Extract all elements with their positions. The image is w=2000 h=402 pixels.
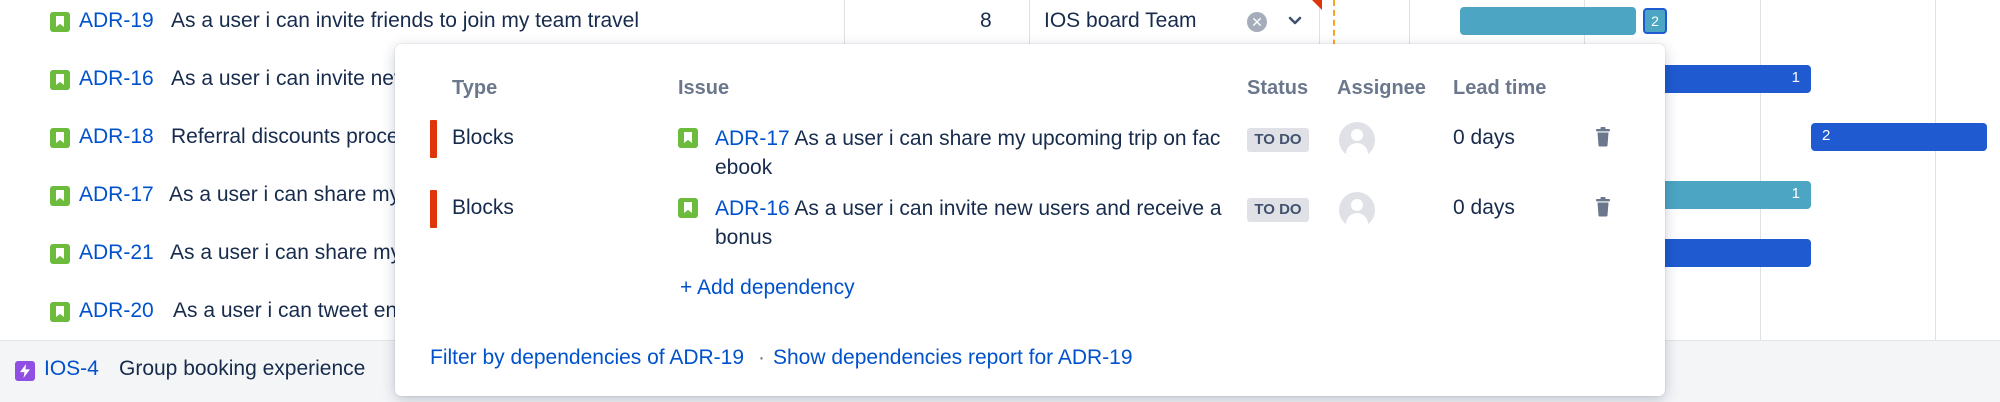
issue-key-link[interactable]: ADR-18: [79, 125, 154, 149]
story-icon: [50, 302, 70, 322]
timeline-bar[interactable]: [1460, 7, 1636, 35]
header-assignee: Assignee: [1337, 77, 1426, 99]
story-icon: [50, 12, 70, 32]
estimate-value[interactable]: 8: [980, 9, 992, 33]
filter-dependencies-link[interactable]: Filter by dependencies of ADR-19: [430, 346, 744, 370]
chevron-down-icon[interactable]: [1284, 10, 1306, 32]
avatar-placeholder-icon[interactable]: [1339, 122, 1375, 158]
dependency-key-link[interactable]: ADR-16: [715, 197, 790, 220]
story-icon: [50, 186, 70, 206]
story-icon: [678, 128, 698, 148]
story-icon: [50, 244, 70, 264]
issue-summary[interactable]: As a user i can share my: [169, 183, 400, 207]
epic-icon: [15, 361, 35, 381]
epic-key-link[interactable]: IOS-4: [44, 357, 99, 381]
status-lozenge: TO DO: [1247, 198, 1309, 222]
bar-dependency-count: 1: [1791, 185, 1800, 202]
issue-summary[interactable]: As a user i can share my: [170, 241, 401, 265]
lead-time-value: 0 days: [1453, 196, 1515, 219]
issue-key-link[interactable]: ADR-20: [79, 299, 154, 323]
dependencies-popup: Type Issue Status Assignee Lead time Blo…: [395, 44, 1665, 396]
change-flag-marker: [1312, 0, 1322, 10]
dependencies-report-link[interactable]: Show dependencies report for ADR-19: [773, 346, 1133, 370]
dependency-summary: As a user i can share my upcoming trip o…: [715, 127, 1221, 179]
add-dependency-button[interactable]: + Add dependency: [680, 276, 855, 300]
issue-summary[interactable]: As a user i can invite nev: [171, 67, 404, 91]
avatar-placeholder-icon[interactable]: [1339, 192, 1375, 228]
story-icon: [50, 70, 70, 90]
clear-icon[interactable]: ✕: [1247, 12, 1267, 32]
status-lozenge: TO DO: [1247, 128, 1309, 152]
dependency-summary: As a user i can invite new users and rec…: [715, 197, 1222, 249]
timeline-bar[interactable]: 2: [1811, 123, 1987, 151]
header-type: Type: [452, 77, 498, 99]
footer-separator: ·: [758, 346, 765, 369]
dependency-type[interactable]: Blocks: [452, 196, 514, 220]
dependency-type[interactable]: Blocks: [452, 126, 514, 150]
dependency-count-badge[interactable]: 2: [1643, 8, 1667, 34]
epic-title[interactable]: Group booking experience: [119, 357, 365, 381]
team-select-value[interactable]: IOS board Team: [1044, 9, 1197, 33]
blocks-indicator: [430, 120, 437, 158]
lead-time-value: 0 days: [1453, 126, 1515, 149]
story-icon: [678, 198, 698, 218]
bar-dependency-count: 1: [1791, 69, 1800, 86]
header-lead-time: Lead time: [1453, 77, 1547, 99]
dependency-key-link[interactable]: ADR-17: [715, 127, 790, 150]
story-icon: [50, 128, 70, 148]
issue-summary[interactable]: Referral discounts proce: [171, 125, 399, 149]
trash-icon[interactable]: [1595, 197, 1611, 217]
dependency-issue: ADR-16 As a user i can invite new users …: [715, 194, 1225, 252]
issue-summary[interactable]: As a user i can invite friends to join m…: [171, 9, 639, 33]
issue-key-link[interactable]: ADR-17: [79, 183, 154, 207]
header-status: Status: [1247, 77, 1309, 99]
trash-icon[interactable]: [1595, 127, 1611, 147]
issue-key-link[interactable]: ADR-16: [79, 67, 154, 91]
dependency-issue: ADR-17 As a user i can share my upcoming…: [715, 124, 1225, 182]
issue-summary[interactable]: As a user i can tweet en: [173, 299, 397, 323]
bar-dependency-count: 2: [1822, 127, 1831, 144]
issue-key-link[interactable]: ADR-19: [79, 9, 154, 33]
header-issue: Issue: [678, 77, 730, 99]
blocks-indicator: [430, 190, 437, 228]
issue-key-link[interactable]: ADR-21: [79, 241, 154, 265]
